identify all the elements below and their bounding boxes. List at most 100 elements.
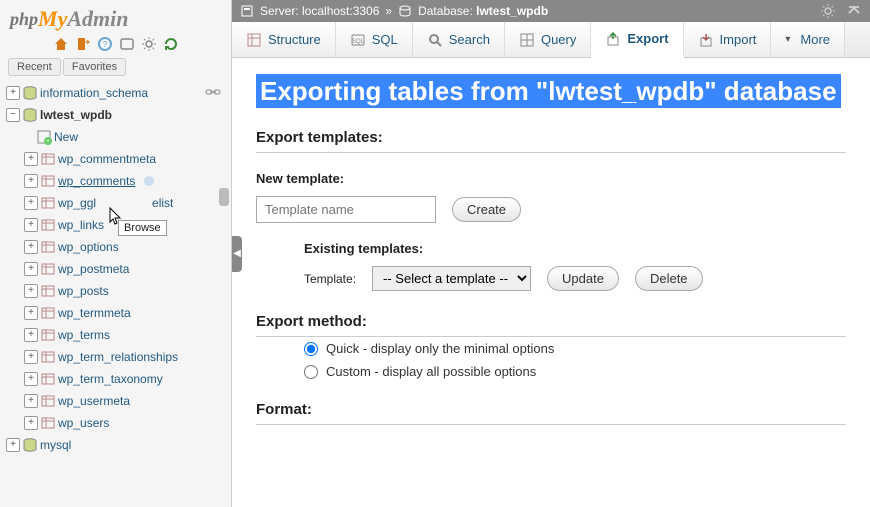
menu-more[interactable]: More bbox=[771, 22, 845, 57]
create-button[interactable]: Create bbox=[452, 197, 521, 222]
sidebar: php My Admin ? Recent Favorites + inform… bbox=[0, 0, 232, 507]
collapse-top-icon[interactable] bbox=[846, 3, 862, 19]
table-icon bbox=[40, 195, 56, 211]
label-template: Template: bbox=[304, 272, 356, 286]
tab-recent[interactable]: Recent bbox=[8, 58, 61, 76]
table-node[interactable]: +wp_users bbox=[0, 415, 231, 431]
breadcrumb-bar: Server: localhost:3306 » Database: lwtes… bbox=[232, 0, 870, 22]
collapse-sidebar-handle[interactable]: ◀ bbox=[232, 236, 242, 272]
table-node[interactable]: + wp_links bbox=[0, 217, 231, 233]
hint-icon bbox=[143, 175, 155, 187]
table-icon bbox=[40, 217, 56, 233]
database-icon bbox=[22, 437, 38, 453]
menu-structure[interactable]: Structure bbox=[232, 22, 336, 57]
menu-query[interactable]: Query bbox=[505, 22, 591, 57]
table-icon bbox=[40, 173, 56, 189]
import-icon bbox=[698, 32, 714, 48]
reload-icon[interactable] bbox=[163, 36, 179, 52]
expand-icon[interactable]: + bbox=[24, 174, 38, 188]
menu-search[interactable]: Search bbox=[413, 22, 505, 57]
table-node-wp-comments[interactable]: + wp_comments bbox=[0, 173, 231, 189]
expand-icon[interactable]: + bbox=[24, 372, 38, 386]
table-node[interactable]: + wp_ggl elist bbox=[0, 195, 231, 211]
docs-icon[interactable]: ? bbox=[97, 36, 113, 52]
expand-icon[interactable]: + bbox=[24, 416, 38, 430]
expand-icon[interactable]: + bbox=[24, 218, 38, 232]
template-select[interactable]: -- Select a template -- bbox=[372, 266, 531, 291]
logo-admin: Admin bbox=[67, 6, 128, 32]
expand-icon[interactable]: + bbox=[24, 350, 38, 364]
menu-sql[interactable]: SQLSQL bbox=[336, 22, 413, 57]
home-icon[interactable] bbox=[53, 36, 69, 52]
table-node[interactable]: +wp_posts bbox=[0, 283, 231, 299]
table-node[interactable]: + wp_postmeta bbox=[0, 261, 231, 277]
collapse-icon[interactable]: − bbox=[6, 108, 20, 122]
page-settings-icon[interactable] bbox=[820, 3, 836, 19]
menu-export[interactable]: Export bbox=[591, 22, 683, 58]
table-icon bbox=[40, 261, 56, 277]
table-node[interactable]: + wp_commentmeta bbox=[0, 151, 231, 167]
db-node-mysql[interactable]: + mysql bbox=[0, 437, 231, 453]
template-name-input[interactable] bbox=[256, 196, 436, 223]
table-label: wp_terms bbox=[58, 328, 110, 342]
table-icon bbox=[40, 349, 56, 365]
table-node[interactable]: +wp_term_taxonomy bbox=[0, 371, 231, 387]
logo[interactable]: php My Admin bbox=[0, 0, 231, 34]
label-custom: Custom - display all possible options bbox=[326, 364, 536, 379]
structure-icon bbox=[246, 32, 262, 48]
expand-icon[interactable]: + bbox=[6, 86, 20, 100]
db-node-lwtest-wpdb[interactable]: − lwtest_wpdb bbox=[0, 107, 231, 123]
svg-text:+: + bbox=[46, 138, 50, 145]
section-export-method: Export method: bbox=[256, 313, 846, 337]
table-node[interactable]: +wp_termmeta bbox=[0, 305, 231, 321]
table-node[interactable]: +wp_options bbox=[0, 239, 231, 255]
table-node[interactable]: +wp_term_relationships bbox=[0, 349, 231, 365]
settings-icon[interactable] bbox=[141, 36, 157, 52]
delete-button[interactable]: Delete bbox=[635, 266, 703, 291]
expand-icon[interactable]: + bbox=[24, 196, 38, 210]
sidebar-tabs: Recent Favorites bbox=[0, 58, 231, 82]
table-node[interactable]: + wp_terms bbox=[0, 327, 231, 343]
table-icon bbox=[40, 305, 56, 321]
menu-bar: Structure SQLSQL Search Query Export Imp… bbox=[232, 22, 870, 58]
table-label-suffix: elist bbox=[152, 196, 173, 210]
radio-quick-row[interactable]: Quick - display only the minimal options bbox=[256, 337, 846, 360]
svg-text:?: ? bbox=[102, 40, 107, 49]
table-label: wp_postmeta bbox=[58, 262, 129, 276]
expand-icon[interactable]: + bbox=[24, 306, 38, 320]
expand-icon[interactable]: + bbox=[24, 284, 38, 298]
table-label-masked: wp_ggl bbox=[58, 196, 96, 210]
table-icon bbox=[40, 371, 56, 387]
breadcrumb-database[interactable]: Database: lwtest_wpdb bbox=[418, 4, 548, 18]
table-label: wp_usermeta bbox=[58, 394, 130, 408]
breadcrumb-server[interactable]: Server: localhost:3306 bbox=[260, 4, 379, 18]
content-area: Exporting tables from "lwtest_wpdb" data… bbox=[232, 58, 870, 507]
expand-icon[interactable]: + bbox=[6, 438, 20, 452]
table-node[interactable]: + wp_usermeta bbox=[0, 393, 231, 409]
tab-favorites[interactable]: Favorites bbox=[63, 58, 126, 76]
radio-custom-row[interactable]: Custom - display all possible options bbox=[256, 360, 846, 383]
table-icon bbox=[40, 151, 56, 167]
label-new-template: New template: bbox=[256, 171, 846, 186]
expand-icon[interactable]: + bbox=[24, 240, 38, 254]
query-icon bbox=[519, 32, 535, 48]
new-table-link[interactable]: + New bbox=[0, 129, 231, 145]
table-label: wp_comments bbox=[58, 174, 135, 188]
radio-custom[interactable] bbox=[304, 365, 318, 379]
db-label: lwtest_wpdb bbox=[40, 108, 112, 122]
expand-icon[interactable]: + bbox=[24, 394, 38, 408]
table-label: wp_links bbox=[58, 218, 104, 232]
expand-icon[interactable]: + bbox=[24, 328, 38, 342]
db-node-information-schema[interactable]: + information_schema bbox=[0, 85, 231, 101]
menu-import[interactable]: Import bbox=[684, 22, 772, 57]
radio-quick[interactable] bbox=[304, 342, 318, 356]
update-button[interactable]: Update bbox=[547, 266, 619, 291]
tooltip: Browse bbox=[118, 220, 167, 236]
expand-icon[interactable]: + bbox=[24, 152, 38, 166]
logout-icon[interactable] bbox=[75, 36, 91, 52]
expand-icon[interactable]: + bbox=[24, 262, 38, 276]
sql-help-icon[interactable] bbox=[119, 36, 135, 52]
table-label: wp_commentmeta bbox=[58, 152, 156, 166]
breadcrumb-sep: » bbox=[385, 4, 392, 18]
sql-icon: SQL bbox=[350, 32, 366, 48]
